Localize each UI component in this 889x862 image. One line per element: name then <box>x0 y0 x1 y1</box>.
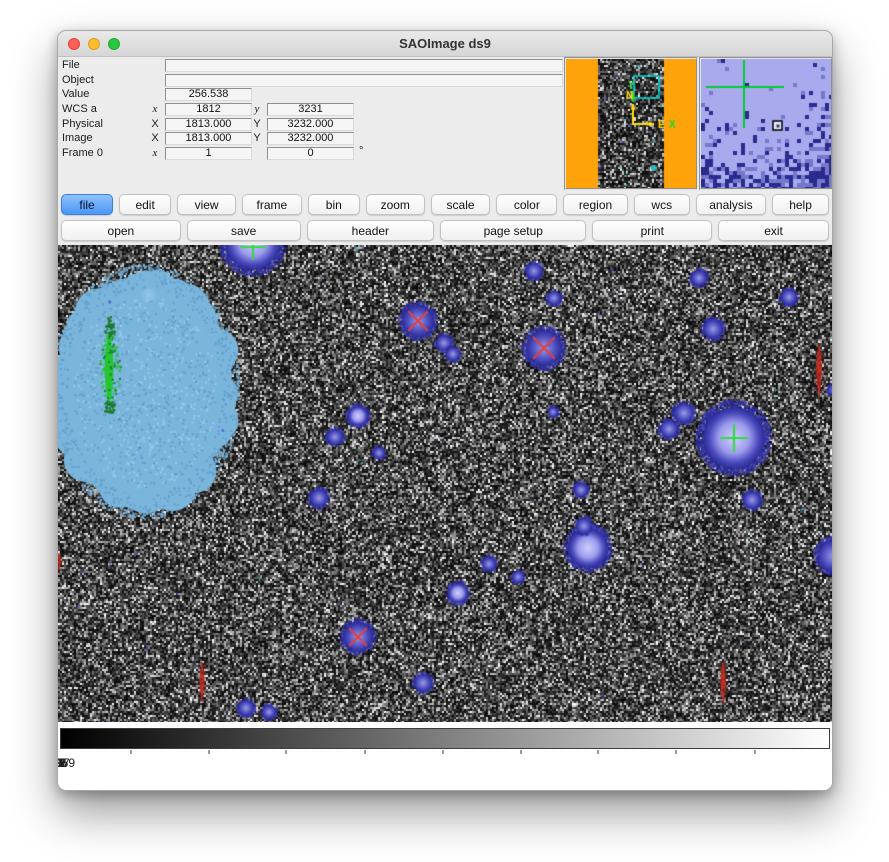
colorbar-tick <box>598 750 599 754</box>
menu-button-frame[interactable]: frame <box>242 194 302 215</box>
menu-button-view[interactable]: view <box>177 194 236 215</box>
physical-y-label: Y <box>250 118 264 131</box>
menu-button-scale[interactable]: scale <box>431 194 491 215</box>
panner-frame <box>564 57 698 190</box>
object-field[interactable] <box>165 74 563 87</box>
wcs-y-label: y <box>250 103 264 116</box>
colorbar-panel: -0.059 0.97 2.2 3.7 5.6 8.1 11 16 22 <box>58 722 832 791</box>
menu-button-help[interactable]: help <box>772 194 829 215</box>
menu-button-wcs[interactable]: wcs <box>634 194 690 215</box>
file-label: File <box>62 59 80 72</box>
wcs-x-field[interactable]: 1812 <box>165 103 252 116</box>
colorbar-tick <box>442 750 443 754</box>
wcs-y-field[interactable]: 3231 <box>267 103 354 116</box>
file-toolbar: open save header page setup print exit <box>58 220 832 241</box>
ds9-window: SAOImage ds9 File Object Value 256.538 W… <box>57 30 833 791</box>
menu-button-zoom[interactable]: zoom <box>366 194 425 215</box>
image-label: Image <box>62 132 93 145</box>
magnifier-frame <box>699 57 833 190</box>
physical-x-label: X <box>148 118 162 131</box>
object-label: Object <box>62 74 94 87</box>
frame-rotate-field[interactable]: 0 <box>267 147 354 160</box>
panner[interactable] <box>566 59 696 188</box>
image-display[interactable] <box>58 245 832 722</box>
menu-button-analysis[interactable]: analysis <box>696 194 766 215</box>
menu-button-edit[interactable]: edit <box>119 194 171 215</box>
colorbar-label: 22 <box>57 756 65 770</box>
frame-label: Frame 0 <box>62 147 103 160</box>
colorbar-tick <box>364 750 365 754</box>
file-field[interactable] <box>165 59 563 72</box>
close-button[interactable] <box>68 38 80 50</box>
image-x-field[interactable]: 1813.000 <box>165 132 252 145</box>
image-x-label: X <box>148 132 162 145</box>
menubar: file edit view frame bin zoom scale colo… <box>58 194 832 215</box>
traffic-lights <box>68 38 120 50</box>
minimize-button[interactable] <box>88 38 100 50</box>
menu-button-color[interactable]: color <box>496 194 557 215</box>
wcs-x-label: x <box>148 103 162 116</box>
colorbar-tick <box>130 750 131 754</box>
image-y-label: Y <box>250 132 264 145</box>
colorbar-tick <box>520 750 521 754</box>
save-button[interactable]: save <box>187 220 301 241</box>
physical-x-field[interactable]: 1813.000 <box>165 118 252 131</box>
colorbar-gradient[interactable] <box>60 728 830 749</box>
window-title: SAOImage ds9 <box>399 36 491 51</box>
colorbar-tick <box>754 750 755 754</box>
value-field[interactable]: 256.538 <box>165 88 252 101</box>
wcs-label: WCS a <box>62 103 97 116</box>
image-y-field[interactable]: 3232.000 <box>267 132 354 145</box>
frame-zoom-field[interactable]: 1 <box>165 147 252 160</box>
value-label: Value <box>62 88 89 101</box>
menu-button-file[interactable]: file <box>61 194 113 215</box>
physical-label: Physical <box>62 118 103 131</box>
colorbar-tick <box>676 750 677 754</box>
colorbar-tick <box>208 750 209 754</box>
header-button[interactable]: header <box>307 220 435 241</box>
frame-x-label: x <box>148 147 162 160</box>
fullscreen-button[interactable] <box>108 38 120 50</box>
info-panel: File Object Value 256.538 WCS a x 1812 y… <box>58 57 832 191</box>
page-setup-button[interactable]: page setup <box>440 220 586 241</box>
menu-button-region[interactable]: region <box>563 194 628 215</box>
print-button[interactable]: print <box>592 220 712 241</box>
colorbar-tick <box>286 750 287 754</box>
degree-symbol: ° <box>359 145 363 157</box>
magnifier[interactable] <box>701 59 831 188</box>
menu-button-bin[interactable]: bin <box>308 194 360 215</box>
open-button[interactable]: open <box>61 220 181 241</box>
exit-button[interactable]: exit <box>718 220 829 241</box>
physical-y-field[interactable]: 3232.000 <box>267 118 354 131</box>
titlebar[interactable]: SAOImage ds9 <box>58 31 832 57</box>
